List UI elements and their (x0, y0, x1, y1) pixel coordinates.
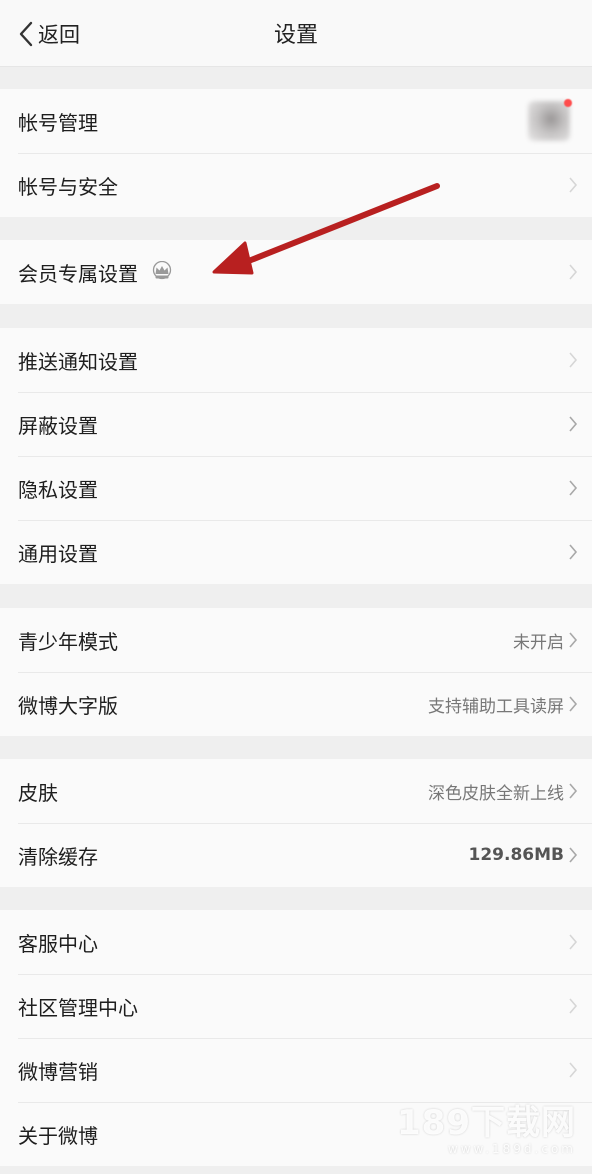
back-label: 返回 (38, 23, 80, 47)
row-accessory (568, 328, 578, 392)
chevron-right-icon (569, 264, 578, 280)
notification-dot (564, 99, 572, 107)
row-label: 客服中心 (18, 931, 98, 956)
row-label: 隐私设置 (18, 477, 98, 502)
watermark: 189下载网 www.189d.com (397, 1104, 576, 1156)
row-community-management[interactable]: 社区管理中心 (0, 974, 592, 1038)
chevron-right-icon (569, 480, 578, 496)
avatar (528, 101, 570, 141)
row-teen-mode[interactable]: 青少年模式 未开启 (0, 608, 592, 672)
crown-icon (150, 261, 174, 283)
row-accessory: 支持辅助工具读屏 (428, 672, 578, 736)
chevron-right-icon (569, 416, 578, 432)
row-privacy-settings[interactable]: 隐私设置 (0, 456, 592, 520)
row-account-security[interactable]: 帐号与安全 (0, 153, 592, 217)
chevron-right-icon (569, 544, 578, 560)
row-weibo-large-font[interactable]: 微博大字版 支持辅助工具读屏 (0, 672, 592, 736)
row-label: 微博大字版 (18, 693, 118, 718)
row-accessory (568, 456, 578, 520)
row-accessory (568, 240, 578, 304)
back-button[interactable]: 返回 (16, 15, 80, 53)
row-label: 微博营销 (18, 1059, 98, 1084)
row-label: 青少年模式 (18, 629, 118, 654)
row-accessory (568, 520, 578, 584)
row-accessory: 未开启 (513, 608, 578, 672)
row-label: 屏蔽设置 (18, 413, 98, 438)
row-accessory: 深色皮肤全新上线 (428, 759, 578, 823)
settings-group-appearance: 皮肤 深色皮肤全新上线 清除缓存 129.86MB (0, 759, 592, 887)
row-clear-cache[interactable]: 清除缓存 129.86MB (0, 823, 592, 887)
chevron-right-icon (569, 934, 578, 950)
row-value: 未开启 (513, 632, 564, 653)
navigation-bar: 返回 设置 (0, 0, 592, 67)
row-accessory (568, 392, 578, 456)
row-value: 支持辅助工具读屏 (428, 696, 564, 717)
row-label: 皮肤 (18, 780, 58, 805)
watermark-url: www.189d.com (447, 1142, 576, 1156)
chevron-right-icon (569, 847, 578, 863)
row-member-settings[interactable]: 会员专属设置 (0, 240, 592, 304)
row-accessory (568, 1038, 578, 1102)
row-label: 帐号管理 (18, 110, 98, 135)
row-accessory (568, 910, 578, 974)
row-label: 清除缓存 (18, 844, 98, 869)
chevron-right-icon (569, 632, 578, 648)
chevron-right-icon (569, 1062, 578, 1078)
page-title: 设置 (273, 23, 318, 48)
row-block-settings[interactable]: 屏蔽设置 (0, 392, 592, 456)
settings-group-modes: 青少年模式 未开启 微博大字版 支持辅助工具读屏 (0, 608, 592, 736)
watermark-text: 189下载网 (397, 1103, 576, 1143)
chevron-right-icon (569, 696, 578, 712)
row-accessory: 129.86MB (469, 823, 578, 887)
row-accessory (568, 153, 578, 217)
row-push-notification-settings[interactable]: 推送通知设置 (0, 328, 592, 392)
row-account-management[interactable]: 帐号管理 (0, 89, 592, 153)
settings-group-account: 帐号管理 帐号与安全 (0, 89, 592, 217)
cache-size: 129.86MB (468, 845, 564, 865)
row-label: 关于微博 (18, 1123, 98, 1148)
chevron-right-icon (569, 783, 578, 799)
settings-group-general: 推送通知设置 屏蔽设置 隐私设置 通用设置 (0, 328, 592, 584)
settings-group-member: 会员专属设置 (0, 240, 592, 304)
chevron-right-icon (569, 352, 578, 368)
row-accessory (568, 974, 578, 1038)
row-label: 帐号与安全 (18, 174, 118, 199)
chevron-right-icon (569, 177, 578, 193)
chevron-right-icon (569, 998, 578, 1014)
row-general-settings[interactable]: 通用设置 (0, 520, 592, 584)
row-customer-service[interactable]: 客服中心 (0, 910, 592, 974)
row-skin[interactable]: 皮肤 深色皮肤全新上线 (0, 759, 592, 823)
row-weibo-marketing[interactable]: 微博营销 (0, 1038, 592, 1102)
row-label: 会员专属设置 (18, 261, 138, 286)
row-label: 社区管理中心 (18, 995, 138, 1020)
row-label: 推送通知设置 (18, 349, 138, 374)
chevron-left-icon (19, 21, 33, 47)
row-label: 通用设置 (18, 541, 98, 566)
row-value: 深色皮肤全新上线 (428, 783, 564, 804)
